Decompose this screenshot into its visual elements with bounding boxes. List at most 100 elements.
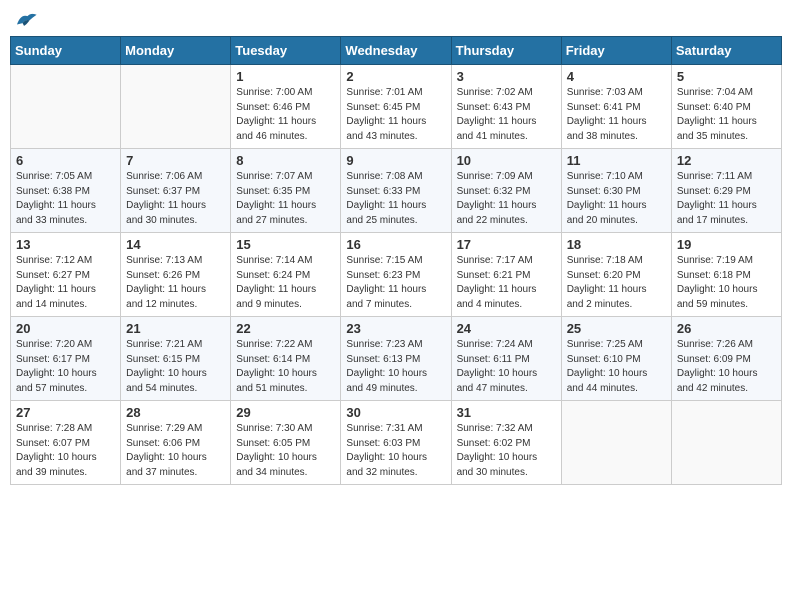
calendar-cell <box>121 65 231 149</box>
calendar-cell: 7 Sunrise: 7:06 AM Sunset: 6:37 PM Daylig… <box>121 149 231 233</box>
day-info: Sunrise: 7:32 AM Sunset: 6:02 PM Dayligh… <box>457 422 556 480</box>
day-number: 4 <box>567 69 666 84</box>
day-info: Sunrise: 7:26 AM Sunset: 6:09 PM Dayligh… <box>677 338 776 396</box>
day-number: 30 <box>346 405 445 420</box>
calendar-cell: 27Sunrise: 7:28 AM Sunset: 6:07 PM Dayli… <box>11 401 121 485</box>
day-info: Sunrise: 7:17 AM Sunset: 6:21 PM Dayligh… <box>457 254 556 312</box>
day-info: Sunrise: 7:06 AM Sunset: 6:37 PM Dayligh… <box>126 170 225 228</box>
calendar-cell: 17 Sunrise: 7:17 AM Sunset: 6:21 PM Dayli… <box>451 233 561 317</box>
day-number: 11 <box>567 153 666 168</box>
day-number: 2 <box>346 69 445 84</box>
page-header <box>10 10 782 32</box>
day-number: 21 <box>126 321 225 336</box>
calendar-cell: 2 Sunrise: 7:01 AM Sunset: 6:45 PM Daylig… <box>341 65 451 149</box>
weekday-header-wednesday: Wednesday <box>341 37 451 65</box>
calendar-cell: 15 Sunrise: 7:14 AM Sunset: 6:24 PM Dayli… <box>231 233 341 317</box>
logo <box>10 10 42 32</box>
day-number: 5 <box>677 69 776 84</box>
day-info: Sunrise: 7:18 AM Sunset: 6:20 PM Dayligh… <box>567 254 666 312</box>
day-info: Sunrise: 7:29 AM Sunset: 6:06 PM Dayligh… <box>126 422 225 480</box>
calendar-cell: 4 Sunrise: 7:03 AM Sunset: 6:41 PM Daylig… <box>561 65 671 149</box>
day-number: 7 <box>126 153 225 168</box>
calendar-cell: 10 Sunrise: 7:09 AM Sunset: 6:32 PM Dayli… <box>451 149 561 233</box>
calendar-cell: 25 Sunrise: 7:25 AM Sunset: 6:10 PM Dayli… <box>561 317 671 401</box>
day-number: 3 <box>457 69 556 84</box>
day-info: Sunrise: 7:31 AM Sunset: 6:03 PM Dayligh… <box>346 422 445 480</box>
day-number: 27 <box>16 405 115 420</box>
day-info: Sunrise: 7:00 AM Sunset: 6:46 PM Dayligh… <box>236 86 335 144</box>
day-number: 12 <box>677 153 776 168</box>
day-info: Sunrise: 7:21 AM Sunset: 6:15 PM Dayligh… <box>126 338 225 396</box>
weekday-header-saturday: Saturday <box>671 37 781 65</box>
calendar-cell: 24 Sunrise: 7:24 AM Sunset: 6:11 PM Dayli… <box>451 317 561 401</box>
day-info: Sunrise: 7:22 AM Sunset: 6:14 PM Dayligh… <box>236 338 335 396</box>
week-row-1: 1 Sunrise: 7:00 AM Sunset: 6:46 PM Daylig… <box>11 65 782 149</box>
week-row-4: 20 Sunrise: 7:20 AM Sunset: 6:17 PM Dayli… <box>11 317 782 401</box>
calendar-cell: 18 Sunrise: 7:18 AM Sunset: 6:20 PM Dayli… <box>561 233 671 317</box>
weekday-header-tuesday: Tuesday <box>231 37 341 65</box>
day-info: Sunrise: 7:09 AM Sunset: 6:32 PM Dayligh… <box>457 170 556 228</box>
day-info: Sunrise: 7:19 AM Sunset: 6:18 PM Dayligh… <box>677 254 776 312</box>
calendar-cell: 31 Sunrise: 7:32 AM Sunset: 6:02 PM Dayli… <box>451 401 561 485</box>
calendar-cell: 11 Sunrise: 7:10 AM Sunset: 6:30 PM Dayli… <box>561 149 671 233</box>
calendar-table: SundayMondayTuesdayWednesdayThursdayFrid… <box>10 36 782 485</box>
calendar-cell: 13 Sunrise: 7:12 AM Sunset: 6:27 PM Dayli… <box>11 233 121 317</box>
day-number: 6 <box>16 153 115 168</box>
day-number: 26 <box>677 321 776 336</box>
day-number: 18 <box>567 237 666 252</box>
weekday-header-friday: Friday <box>561 37 671 65</box>
calendar-cell: 23 Sunrise: 7:23 AM Sunset: 6:13 PM Dayli… <box>341 317 451 401</box>
day-info: Sunrise: 7:08 AM Sunset: 6:33 PM Dayligh… <box>346 170 445 228</box>
day-number: 16 <box>346 237 445 252</box>
calendar-cell <box>561 401 671 485</box>
calendar-cell: 9Sunrise: 7:08 AM Sunset: 6:33 PM Daylig… <box>341 149 451 233</box>
day-info: Sunrise: 7:24 AM Sunset: 6:11 PM Dayligh… <box>457 338 556 396</box>
day-number: 22 <box>236 321 335 336</box>
day-info: Sunrise: 7:14 AM Sunset: 6:24 PM Dayligh… <box>236 254 335 312</box>
day-number: 19 <box>677 237 776 252</box>
calendar-cell: 26 Sunrise: 7:26 AM Sunset: 6:09 PM Dayli… <box>671 317 781 401</box>
calendar-cell: 16 Sunrise: 7:15 AM Sunset: 6:23 PM Dayli… <box>341 233 451 317</box>
calendar-cell <box>671 401 781 485</box>
day-info: Sunrise: 7:05 AM Sunset: 6:38 PM Dayligh… <box>16 170 115 228</box>
day-info: Sunrise: 7:25 AM Sunset: 6:10 PM Dayligh… <box>567 338 666 396</box>
day-number: 24 <box>457 321 556 336</box>
calendar-cell: 3 Sunrise: 7:02 AM Sunset: 6:43 PM Daylig… <box>451 65 561 149</box>
day-info: Sunrise: 7:03 AM Sunset: 6:41 PM Dayligh… <box>567 86 666 144</box>
day-number: 10 <box>457 153 556 168</box>
day-info: Sunrise: 7:10 AM Sunset: 6:30 PM Dayligh… <box>567 170 666 228</box>
day-info: Sunrise: 7:15 AM Sunset: 6:23 PM Dayligh… <box>346 254 445 312</box>
calendar-cell: 14 Sunrise: 7:13 AM Sunset: 6:26 PM Dayli… <box>121 233 231 317</box>
calendar-cell: 6 Sunrise: 7:05 AM Sunset: 6:38 PM Daylig… <box>11 149 121 233</box>
calendar-cell: 28Sunrise: 7:29 AM Sunset: 6:06 PM Dayli… <box>121 401 231 485</box>
weekday-header-thursday: Thursday <box>451 37 561 65</box>
day-info: Sunrise: 7:01 AM Sunset: 6:45 PM Dayligh… <box>346 86 445 144</box>
week-row-3: 13 Sunrise: 7:12 AM Sunset: 6:27 PM Dayli… <box>11 233 782 317</box>
day-info: Sunrise: 7:23 AM Sunset: 6:13 PM Dayligh… <box>346 338 445 396</box>
day-number: 31 <box>457 405 556 420</box>
day-info: Sunrise: 7:07 AM Sunset: 6:35 PM Dayligh… <box>236 170 335 228</box>
day-number: 23 <box>346 321 445 336</box>
day-number: 8 <box>236 153 335 168</box>
calendar-cell: 21 Sunrise: 7:21 AM Sunset: 6:15 PM Dayli… <box>121 317 231 401</box>
calendar-cell: 12Sunrise: 7:11 AM Sunset: 6:29 PM Dayli… <box>671 149 781 233</box>
logo-bird-icon <box>10 10 38 32</box>
day-number: 1 <box>236 69 335 84</box>
day-info: Sunrise: 7:02 AM Sunset: 6:43 PM Dayligh… <box>457 86 556 144</box>
day-number: 14 <box>126 237 225 252</box>
day-info: Sunrise: 7:30 AM Sunset: 6:05 PM Dayligh… <box>236 422 335 480</box>
calendar-cell: 29Sunrise: 7:30 AM Sunset: 6:05 PM Dayli… <box>231 401 341 485</box>
calendar-cell: 8 Sunrise: 7:07 AM Sunset: 6:35 PM Daylig… <box>231 149 341 233</box>
day-info: Sunrise: 7:13 AM Sunset: 6:26 PM Dayligh… <box>126 254 225 312</box>
weekday-header-sunday: Sunday <box>11 37 121 65</box>
day-number: 13 <box>16 237 115 252</box>
calendar-cell: 22 Sunrise: 7:22 AM Sunset: 6:14 PM Dayli… <box>231 317 341 401</box>
day-info: Sunrise: 7:12 AM Sunset: 6:27 PM Dayligh… <box>16 254 115 312</box>
day-number: 17 <box>457 237 556 252</box>
day-info: Sunrise: 7:20 AM Sunset: 6:17 PM Dayligh… <box>16 338 115 396</box>
calendar-cell: 1 Sunrise: 7:00 AM Sunset: 6:46 PM Daylig… <box>231 65 341 149</box>
day-number: 20 <box>16 321 115 336</box>
calendar-cell: 20 Sunrise: 7:20 AM Sunset: 6:17 PM Dayli… <box>11 317 121 401</box>
day-number: 25 <box>567 321 666 336</box>
day-number: 15 <box>236 237 335 252</box>
